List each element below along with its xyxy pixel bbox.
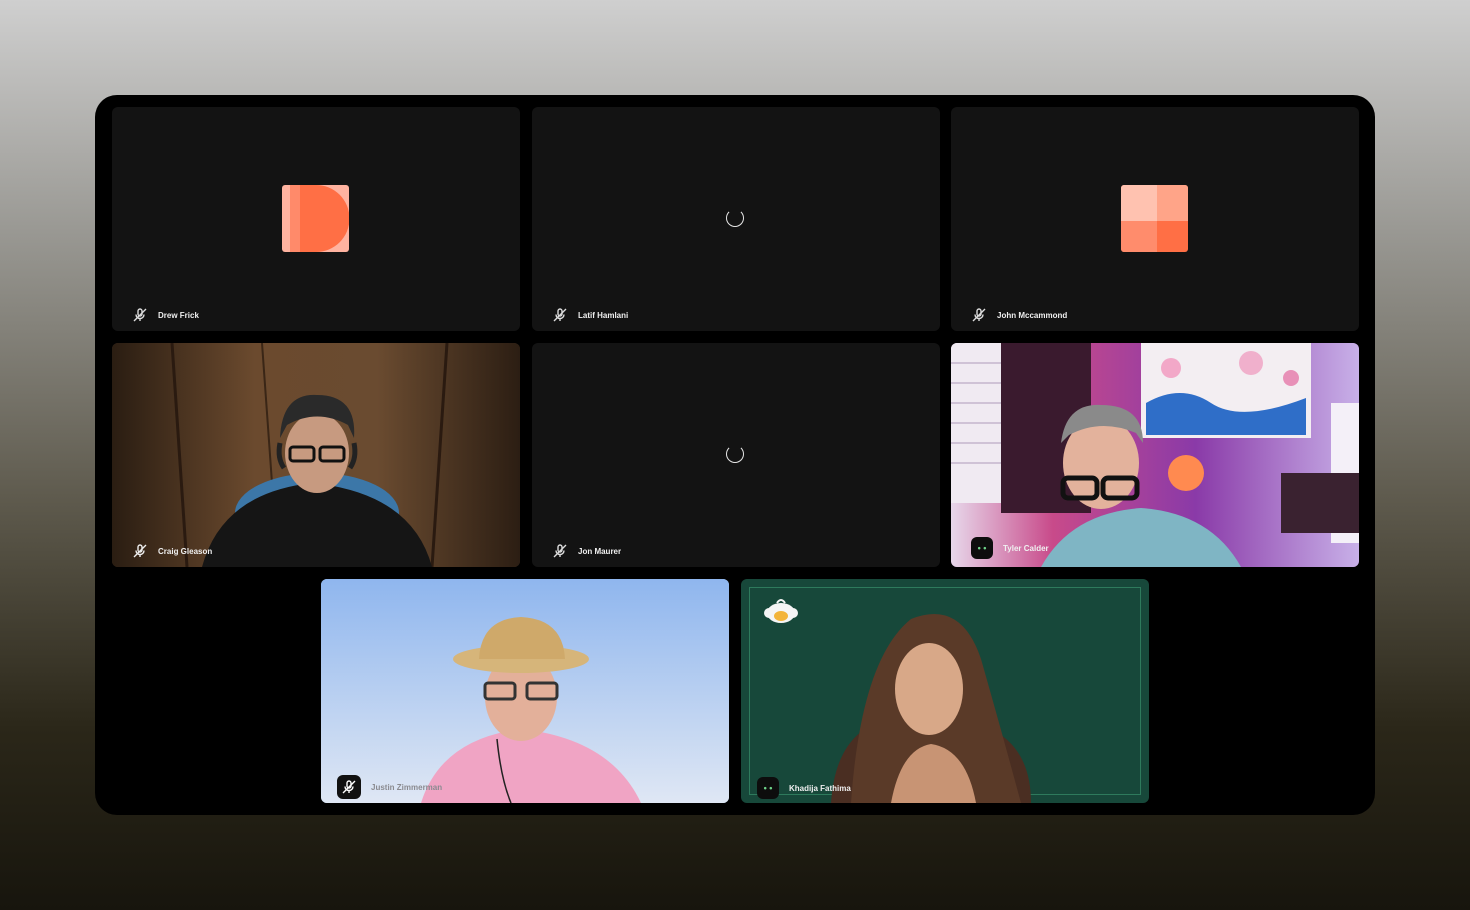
name-bar: • • Tyler Calder — [971, 537, 1049, 559]
mic-muted-icon — [337, 775, 361, 799]
participant-name: John Mccammond — [997, 310, 1068, 320]
video-feed — [951, 343, 1359, 567]
participant-tile-justin[interactable]: Justin Zimmerman — [321, 579, 729, 803]
mic-muted-icon — [132, 543, 148, 559]
meeting-window: Drew Frick Latif Hamlani John Mccammond … — [95, 95, 1375, 815]
participant-name: Drew Frick — [158, 310, 199, 320]
monkey-icon — [763, 597, 799, 625]
loading-spinner-icon — [726, 209, 744, 227]
participant-name: Justin Zimmerman — [371, 782, 443, 792]
participant-tile-drew[interactable]: Drew Frick — [112, 107, 520, 331]
mic-muted-icon — [132, 307, 148, 323]
participant-tile-latif[interactable]: Latif Hamlani — [532, 107, 940, 331]
participant-name: Jon Maurer — [578, 546, 622, 556]
mic-muted-icon — [552, 307, 568, 323]
participant-name: Latif Hamlani — [578, 310, 629, 320]
participant-tile-khadija[interactable]: • • Khadija Fathima — [741, 579, 1149, 803]
video-feed — [321, 579, 729, 803]
avatar — [282, 185, 349, 252]
participant-name: Khadija Fathima — [789, 783, 851, 793]
emoji-reaction-icon: • • — [971, 537, 993, 559]
name-bar: Drew Frick — [132, 307, 199, 323]
name-bar: Craig Gleason — [132, 543, 212, 559]
participant-tile-john[interactable]: John Mccammond — [951, 107, 1359, 331]
participant-tile-tyler[interactable]: • • Tyler Calder — [951, 343, 1359, 567]
participant-name: Craig Gleason — [158, 546, 213, 556]
name-bar: Latif Hamlani — [552, 307, 628, 323]
avatar — [1121, 185, 1188, 252]
loading-spinner-icon — [726, 445, 744, 463]
participant-name: Tyler Calder — [1003, 543, 1049, 553]
name-bar: John Mccammond — [971, 307, 1067, 323]
name-bar: Justin Zimmerman — [337, 775, 442, 799]
video-feed — [831, 614, 1031, 803]
mic-muted-icon — [971, 307, 987, 323]
participant-tile-craig[interactable]: Craig Gleason — [112, 343, 520, 567]
name-bar: • • Khadija Fathima — [757, 777, 851, 799]
mic-muted-icon — [552, 543, 568, 559]
emoji-reaction-icon: • • — [757, 777, 779, 799]
video-feed — [112, 343, 520, 567]
name-bar: Jon Maurer — [552, 543, 621, 559]
participant-tile-jon[interactable]: Jon Maurer — [532, 343, 940, 567]
